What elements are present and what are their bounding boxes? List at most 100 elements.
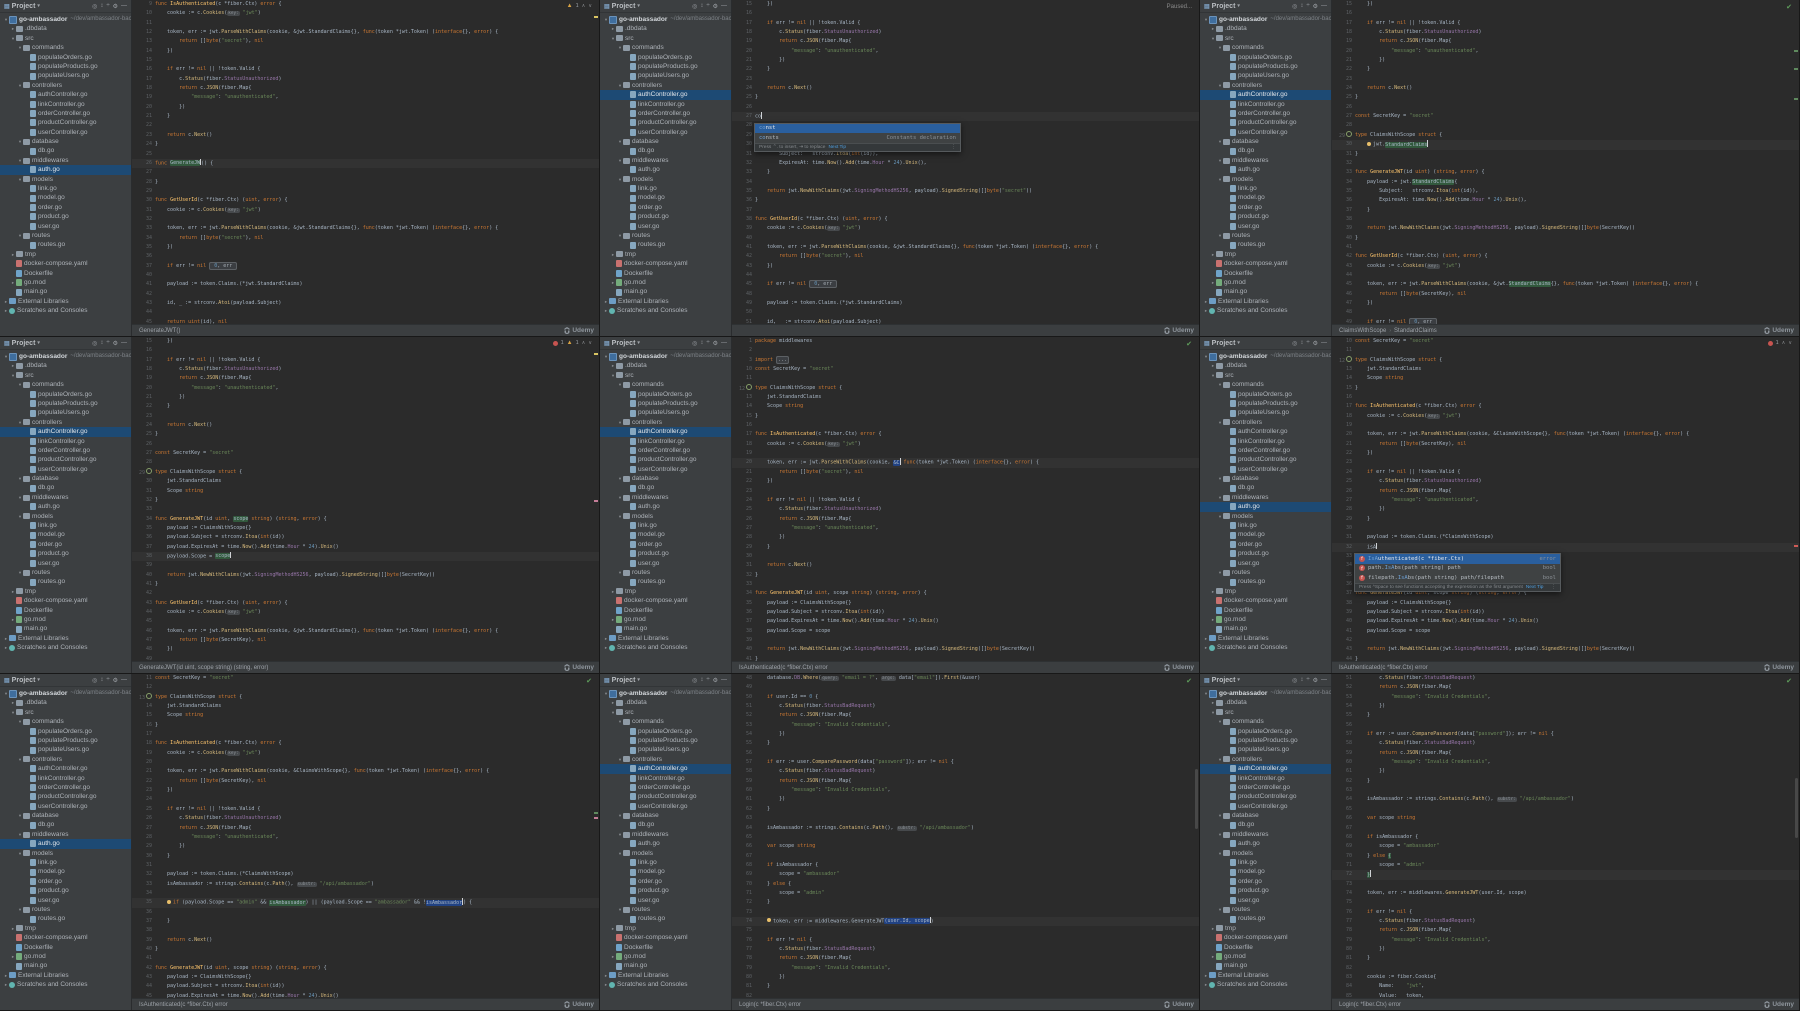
tree-item-External-Libraries[interactable]: ▸External Libraries <box>1200 297 1331 306</box>
code-line[interactable]: 59 return c.JSON(fiber.Map{ <box>1332 749 1799 758</box>
code-line[interactable]: 62 } <box>732 805 1199 814</box>
code-line[interactable]: 14 jwt.StandardClaims <box>132 702 599 711</box>
tree-item-middlewares[interactable]: ▾middlewares <box>600 156 731 165</box>
tree-item-controllers[interactable]: ▾controllers <box>600 418 731 427</box>
code-line[interactable]: 12 <box>132 683 599 692</box>
locate-icon[interactable]: ◎ <box>92 340 97 347</box>
tree-item-productController.go[interactable]: productController.go <box>600 792 731 801</box>
tree-item-.dbdata[interactable]: ▸.dbdata <box>0 24 131 33</box>
tree-item-linkController.go[interactable]: linkController.go <box>1200 100 1331 109</box>
code-line[interactable]: 33 <box>132 505 599 514</box>
tree-item-go.mod[interactable]: ▸go.mod <box>0 615 131 624</box>
code-line[interactable]: 54 }) <box>1332 702 1799 711</box>
tree-item-model.go[interactable]: model.go <box>0 867 131 876</box>
tree-item-middlewares[interactable]: ▾middlewares <box>600 830 731 839</box>
code-line[interactable]: 79 "message": "Invalid Credentials", <box>732 964 1199 973</box>
tree-item-Scratches-and-Consoles[interactable]: ▸Scratches and Consoles <box>0 306 131 315</box>
tree-item-db.go[interactable]: db.go <box>1200 146 1331 155</box>
code-line[interactable]: 40 return jwt.NewWithClaims(jwt.SigningM… <box>132 571 599 580</box>
locate-icon[interactable]: ◎ <box>692 3 697 10</box>
tree-item-middlewares[interactable]: ▾middlewares <box>0 830 131 839</box>
tree-item-main.go[interactable]: main.go <box>600 624 731 633</box>
code-line[interactable]: 21 return []byte(SecretKey), nil <box>1332 440 1799 449</box>
tree-item-userController.go[interactable]: userController.go <box>600 128 731 137</box>
code-line[interactable]: 28 }) <box>1332 505 1799 514</box>
code-line[interactable]: 11 <box>132 19 599 28</box>
code-line[interactable]: 40} <box>132 945 599 954</box>
code-line[interactable]: 15 }) <box>132 337 599 346</box>
tree-item-src[interactable]: ▾src <box>0 34 131 43</box>
tree-item-middlewares[interactable]: ▾middlewares <box>1200 830 1331 839</box>
code-line[interactable]: 70 } else { <box>1332 852 1799 861</box>
error-stripe-mark[interactable] <box>1794 545 1798 547</box>
code-line[interactable]: 17 if err != nil || !token.Valid { <box>132 356 599 365</box>
code-line[interactable]: 80 }) <box>732 973 1199 982</box>
code-line[interactable]: 48 }) <box>132 645 599 654</box>
tree-item-Scratches-and-Consoles[interactable]: ▸Scratches and Consoles <box>1200 980 1331 989</box>
code-line[interactable]: 21 }) <box>1332 56 1799 65</box>
tree-item-commands[interactable]: ▾commands <box>1200 43 1331 52</box>
code-line[interactable]: 71 scope = "admin" <box>1332 861 1799 870</box>
code-line[interactable]: 30func GetUserId(c *fiber.Ctx) (uint, er… <box>132 196 599 205</box>
tree-item-link.go[interactable]: link.go <box>0 858 131 867</box>
code-line[interactable]: 44 cookie := c.Cookies(key: "jwt") <box>132 608 599 617</box>
code-line[interactable]: 12 token, err := jwt.ParseWithClaims(coo… <box>132 28 599 37</box>
code-line[interactable]: 43 id, _ := strconv.Atoi(payload.Subject… <box>132 299 599 308</box>
tree-item-routes.go[interactable]: routes.go <box>1200 914 1331 923</box>
code-line[interactable]: 19 return c.JSON(fiber.Map{ <box>132 374 599 383</box>
code-line[interactable]: 80 }) <box>1332 945 1799 954</box>
chevron-down-icon[interactable]: ▾ <box>1237 677 1240 683</box>
tree-item-populateOrders.go[interactable]: populateOrders.go <box>600 53 731 62</box>
tree-item-go.mod[interactable]: ▸go.mod <box>600 615 731 624</box>
code-line[interactable]: 26 <box>1332 103 1799 112</box>
tree-item-tmp[interactable]: ▸tmp <box>0 587 131 596</box>
tree-item-db.go[interactable]: db.go <box>1200 483 1331 492</box>
code-line[interactable]: 24 if err != nil || !token.Valid { <box>1332 468 1799 477</box>
locate-icon[interactable]: ◎ <box>692 677 697 684</box>
inspection-widget[interactable]: ✔ <box>1186 677 1192 685</box>
code-line[interactable]: 28 <box>132 458 599 467</box>
code-line[interactable]: 34 <box>732 178 1199 187</box>
code-line[interactable]: 15} <box>732 412 1199 421</box>
code-line[interactable]: 24} <box>132 140 599 149</box>
tree-item-model.go[interactable]: model.go <box>1200 867 1331 876</box>
code-line[interactable]: 41 payload := token.Claims.(*jwt.Standar… <box>132 280 599 289</box>
locate-icon[interactable]: ◎ <box>1292 677 1297 684</box>
prev-problem-icon[interactable]: ∧ <box>1782 340 1786 346</box>
code-line[interactable]: 76 if err != nil { <box>732 936 1199 945</box>
code-line[interactable]: 41 token, err := jwt.ParseWithClaims(coo… <box>732 243 1199 252</box>
tree-item-main.go[interactable]: main.go <box>0 961 131 970</box>
code-line[interactable]: 20 "message": "unauthenticated", <box>132 384 599 393</box>
tree-item-linkController.go[interactable]: linkController.go <box>1200 774 1331 783</box>
tree-item-controllers[interactable]: ▾controllers <box>600 81 731 90</box>
code-line[interactable]: 32 <box>1332 159 1799 168</box>
tree-item-External-Libraries[interactable]: ▸External Libraries <box>0 634 131 643</box>
code-line[interactable]: 43func GetUserId(c *fiber.Ctx) (uint, er… <box>132 599 599 608</box>
tree-item-Scratches-and-Consoles[interactable]: ▸Scratches and Consoles <box>600 643 731 652</box>
prev-problem-icon[interactable]: ∧ <box>582 3 586 9</box>
tree-item-database[interactable]: ▾database <box>1200 137 1331 146</box>
tree-item-.dbdata[interactable]: ▸.dbdata <box>0 361 131 370</box>
tree-item-database[interactable]: ▾database <box>600 474 731 483</box>
tree-item-link.go[interactable]: link.go <box>600 858 731 867</box>
code-line[interactable]: 3import ... <box>732 356 1199 365</box>
tree-item-productController.go[interactable]: productController.go <box>0 118 131 127</box>
chevron-down-icon[interactable]: ▾ <box>37 3 40 9</box>
tree-item-routes.go[interactable]: routes.go <box>600 577 731 586</box>
tree-item-model.go[interactable]: model.go <box>600 867 731 876</box>
tree-item-user.go[interactable]: user.go <box>1200 222 1331 231</box>
tree-item-db.go[interactable]: db.go <box>600 146 731 155</box>
code-line[interactable]: 65 <box>1332 805 1799 814</box>
code-line[interactable]: 18 c.Status(fiber.StatusUnauthorized) <box>132 365 599 374</box>
tree-item-db.go[interactable]: db.go <box>0 820 131 829</box>
tree-item-models[interactable]: ▾models <box>600 849 731 858</box>
tree-item-routes.go[interactable]: routes.go <box>600 914 731 923</box>
prev-problem-icon[interactable]: ∧ <box>582 340 586 346</box>
tree-item-auth.go[interactable]: auth.go <box>0 165 131 174</box>
code-line[interactable]: 36 payload.Subject = strconv.Itoa(int(id… <box>732 608 1199 617</box>
hide-icon[interactable]: — <box>121 340 127 347</box>
tree-item-auth.go[interactable]: auth.go <box>600 839 731 848</box>
tree-item-Scratches-and-Consoles[interactable]: ▸Scratches and Consoles <box>600 306 731 315</box>
code-line[interactable]: 27const SecretKey = "secret" <box>1332 112 1799 121</box>
tree-item-main.go[interactable]: main.go <box>600 961 731 970</box>
